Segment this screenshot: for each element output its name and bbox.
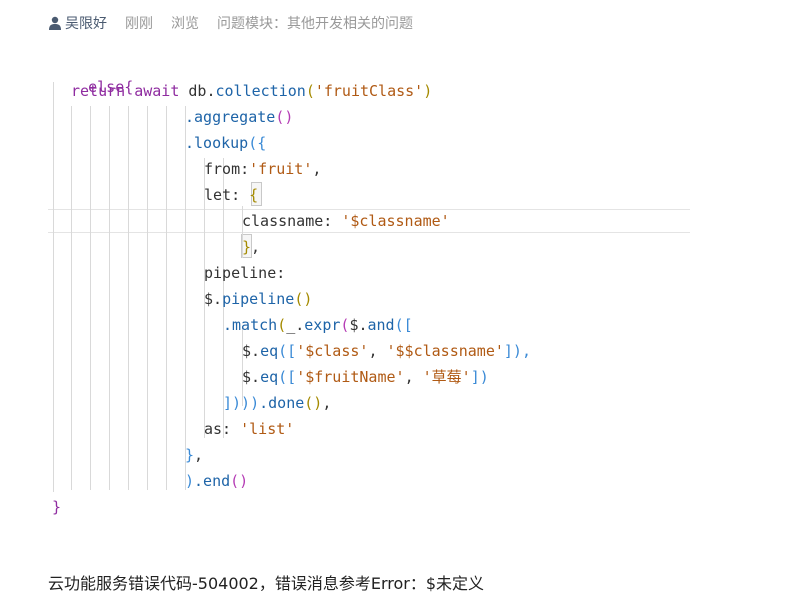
module-link[interactable]: 其他开发相关的问题 [287, 13, 413, 33]
author-link[interactable]: 吴限好 [48, 13, 107, 33]
post-time: 刚刚 [125, 16, 153, 32]
indent-guide [185, 106, 186, 490]
code-line: } [52, 498, 62, 516]
post-meta-bar: 吴限好 刚刚 浏览 问题模块： 其他开发相关的问题 [48, 12, 413, 34]
indent-guide [147, 106, 148, 490]
indent-guide [53, 82, 54, 492]
indent-guide [90, 106, 91, 490]
code-line: pipeline: [204, 264, 286, 282]
code-line: $.eq(['$class', '$$classname']), [242, 342, 531, 360]
code-line: .match(_.expr($.and([ [223, 316, 413, 334]
code-line: $.eq(['$fruitName', '草莓']) [242, 368, 489, 386]
code-line: }, [242, 238, 261, 256]
error-message: 云功能服务错误代码-504002，错误消息参考Error：$未定义 [48, 574, 485, 593]
code-line: classname: '$classname' [242, 212, 450, 230]
code-line: return await db.collection('fruitClass') [71, 82, 433, 100]
code-line: ).end() [185, 472, 249, 490]
code-line: $.pipeline() [204, 290, 313, 308]
code-line: }, [185, 446, 204, 464]
author-name: 吴限好 [65, 16, 107, 32]
code-block: else{ return await db.collection('fruitC… [48, 62, 708, 522]
module-label: 问题模块： [217, 16, 287, 32]
code-line: as: 'list' [204, 420, 295, 438]
user-icon [49, 16, 61, 30]
code-line: from:'fruit', [204, 160, 322, 178]
indent-guide [128, 106, 129, 490]
indent-guide [109, 106, 110, 490]
code-line: ]))).done(), [223, 394, 332, 412]
code-line: else{ [88, 78, 134, 96]
code-line: let: { [204, 186, 259, 204]
indent-guide [71, 106, 72, 490]
code-line: .lookup({ [185, 134, 267, 152]
indent-guide [166, 106, 167, 490]
code-line: .aggregate() [185, 108, 294, 126]
view-count: 浏览 [171, 16, 199, 32]
